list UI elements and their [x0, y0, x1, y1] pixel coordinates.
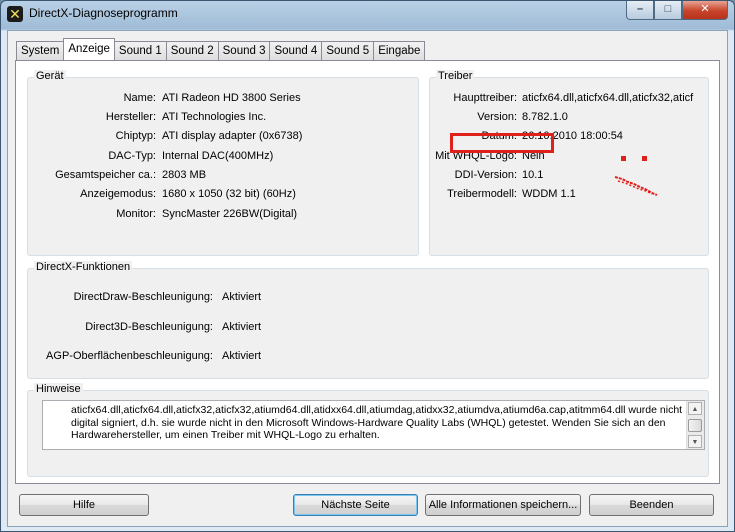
device-manufacturer-label: Hersteller: [105, 111, 156, 123]
device-manufacturer-value: ATI Technologies Inc. [162, 111, 267, 123]
driver-main-value: aticfx64.dll,aticfx64.dll,aticfx32,aticf [522, 92, 694, 104]
device-memory-label: Gesamtspeicher ca.: [55, 169, 156, 181]
driver-model-value: WDDM 1.1 [522, 188, 576, 200]
device-display-mode-label: Anzeigemodus: [80, 188, 156, 200]
directx-features-title: DirectX-Funktionen [34, 261, 133, 273]
feature-direct3d-value: Aktiviert [222, 321, 262, 333]
driver-group-title: Treiber [436, 70, 475, 82]
tab-anzeige[interactable]: Anzeige [63, 38, 115, 60]
help-button[interactable]: Hilfe [19, 494, 149, 516]
tab-sound-3[interactable]: Sound 3 [217, 41, 271, 60]
feature-directdraw-label: DirectDraw-Beschleunigung: [73, 291, 213, 303]
driver-main-label: Haupttreiber: [453, 92, 517, 104]
close-button[interactable]: ✕ [682, 1, 728, 20]
device-dac-label: DAC-Typ: [108, 150, 156, 162]
feature-agp-label: AGP-Oberflächenbeschleunigung: [46, 350, 213, 362]
exit-button[interactable]: Beenden [589, 494, 714, 516]
feature-directdraw-value: Aktiviert [222, 291, 262, 303]
driver-ddi-label: DDI-Version: [454, 169, 517, 181]
sad-face-doodle-icon [614, 156, 658, 196]
minimize-button[interactable]: – [626, 1, 654, 20]
device-monitor-label: Monitor: [116, 208, 156, 220]
device-group-title: Gerät [34, 70, 66, 82]
tab-sound-5[interactable]: Sound 5 [321, 41, 375, 60]
scroll-thumb[interactable] [688, 419, 702, 432]
feature-direct3d-label: Direct3D-Beschleunigung: [85, 321, 213, 333]
notes-title: Hinweise [34, 383, 83, 395]
notes-textbox[interactable]: aticfx64.dll,aticfx64.dll,aticfx32,aticf… [42, 400, 705, 450]
notes-text: aticfx64.dll,aticfx64.dll,aticfx32,aticf… [71, 404, 683, 441]
window-title: DirectX-Diagnoseprogramm [29, 6, 178, 20]
device-display-mode-value: 1680 x 1050 (32 bit) (60Hz) [162, 188, 296, 200]
title-bar[interactable]: ✕ DirectX-Diagnoseprogramm – □ ✕ [1, 1, 734, 29]
device-monitor-value: SyncMaster 226BW(Digital) [162, 208, 298, 220]
tab-system[interactable]: System [16, 41, 65, 60]
scroll-down-icon[interactable]: ▼ [688, 435, 702, 448]
driver-version-value: 8.782.1.0 [522, 111, 568, 123]
device-name-value: ATI Radeon HD 3800 Series [162, 92, 301, 104]
driver-group: Treiber Haupttreiber: aticfx64.dll,aticf… [429, 70, 709, 256]
notes-scrollbar[interactable]: ▲ ▼ [686, 401, 704, 449]
device-memory-value: 2803 MB [162, 169, 207, 181]
client-area: System Anzeige Sound 1 Sound 2 Sound 3 S… [7, 30, 728, 527]
ddi-version-highlight-box [450, 133, 554, 153]
device-name-label: Name: [123, 92, 156, 104]
device-chiptype-value: ATI display adapter (0x6738) [162, 130, 303, 142]
driver-version-label: Version: [477, 111, 517, 123]
driver-ddi-value: 10.1 [522, 169, 544, 181]
directx-features-group: DirectX-Funktionen DirectDraw-Beschleuni… [27, 261, 709, 379]
next-page-button[interactable]: Nächste Seite [293, 494, 418, 516]
directx-x-icon: ✕ [7, 6, 23, 22]
maximize-button[interactable]: □ [654, 1, 682, 20]
tab-sound-1[interactable]: Sound 1 [113, 41, 167, 60]
tab-sound-2[interactable]: Sound 2 [165, 41, 219, 60]
dxdiag-window: ✕ DirectX-Diagnoseprogramm – □ ✕ System … [0, 0, 735, 532]
device-group: Gerät Name: ATI Radeon HD 3800 Series He… [27, 70, 419, 256]
feature-agp-value: Aktiviert [222, 350, 262, 362]
tab-sound-4[interactable]: Sound 4 [269, 41, 323, 60]
driver-model-label: Treibermodell: [447, 188, 517, 200]
save-all-info-button[interactable]: Alle Informationen speichern... [425, 494, 581, 516]
tab-strip: System Anzeige Sound 1 Sound 2 Sound 3 S… [16, 38, 426, 60]
scroll-up-icon[interactable]: ▲ [688, 402, 702, 415]
device-chiptype-label: Chiptyp: [115, 130, 156, 142]
caption-buttons: – □ ✕ [626, 1, 728, 21]
tab-eingabe[interactable]: Eingabe [373, 41, 426, 60]
device-dac-value: Internal DAC(400MHz) [162, 150, 274, 162]
